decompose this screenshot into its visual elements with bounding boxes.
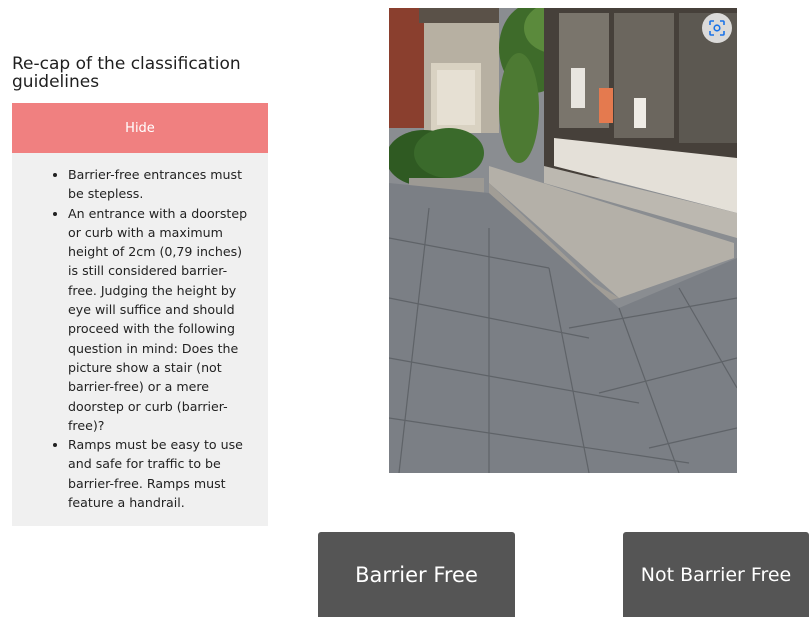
guideline-item: Barrier-free entrances must be stepless.: [68, 165, 254, 204]
barrier-free-button[interactable]: Barrier Free: [318, 532, 515, 617]
entrance-photo: [389, 8, 737, 473]
not-barrier-free-button[interactable]: Not Barrier Free: [623, 532, 809, 617]
hide-guidelines-button[interactable]: Hide: [12, 103, 268, 153]
guideline-item: An entrance with a doorstep or curb with…: [68, 204, 254, 436]
guideline-item: Ramps must be easy to use and safe for t…: [68, 435, 254, 512]
entrance-photo-illustration: [389, 8, 737, 473]
guidelines-panel: Barrier-free entrances must be stepless.…: [12, 153, 268, 526]
lens-search-icon[interactable]: [702, 13, 732, 43]
guidelines-list: Barrier-free entrances must be stepless.…: [12, 153, 268, 512]
guidelines-title: Re-cap of the classification guidelines: [12, 54, 241, 92]
